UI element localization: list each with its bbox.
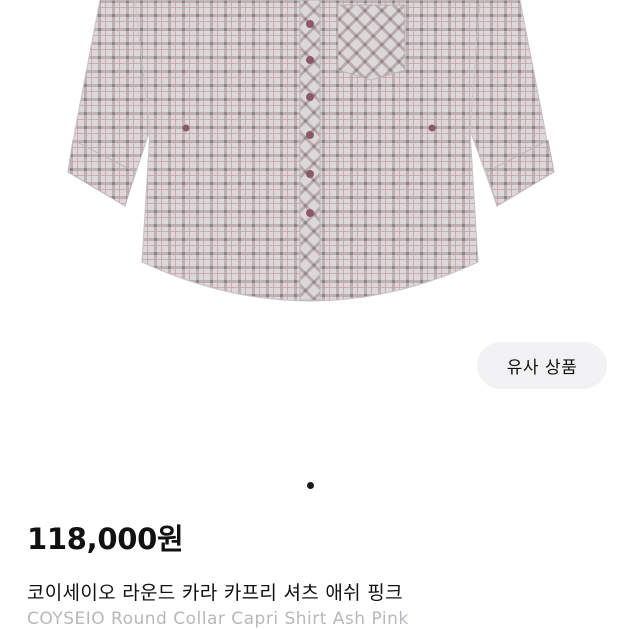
similar-products-label: 유사 상품 bbox=[506, 358, 578, 378]
product-price: 118,000원 bbox=[27, 522, 184, 556]
plaid-shirt-icon bbox=[67, 0, 555, 302]
product-title-english: COYSEIO Round Collar Capri Shirt Ash Pin… bbox=[27, 609, 409, 629]
image-pager bbox=[0, 478, 620, 492]
product-title-korean: 코이세이오 라운드 카라 카프리 셔츠 애쉬 핑크 bbox=[27, 582, 403, 604]
product-image[interactable] bbox=[0, 0, 620, 330]
similar-products-button[interactable]: 유사 상품 bbox=[477, 342, 607, 389]
pager-dot-active[interactable] bbox=[306, 481, 314, 489]
